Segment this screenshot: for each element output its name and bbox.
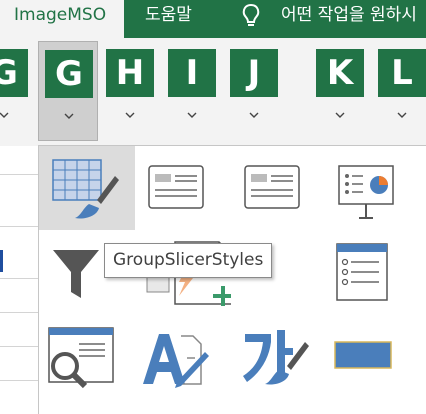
grid-line [0,380,38,381]
letter-tile: I [168,49,216,97]
slide-layout-icon [244,165,300,209]
list-icon [336,243,388,301]
ribbon-button-i[interactable]: I [162,41,222,141]
letter-tile: K [316,49,364,97]
gallery-item-presentation-chart[interactable] [327,146,423,230]
letter-tile: H [106,49,154,97]
tab-imagemso[interactable]: ImageMSO [0,0,125,38]
letter-tile: G [45,50,93,98]
chevron-down-icon [187,112,197,118]
tab-help[interactable]: 도움말 [145,0,192,38]
grid-line [0,174,38,175]
chevron-down-icon [0,112,9,118]
grid-line [0,226,38,227]
chevron-down-icon [249,112,259,118]
chevron-down-icon [125,112,135,118]
ribbon-button-k[interactable]: K [310,41,370,141]
gallery-item-list[interactable] [327,230,423,314]
tell-me-search[interactable]: 어떤 작업을 원하시 [281,0,417,38]
gallery-item-text-font-edit[interactable] [135,314,231,398]
magnifier-window-icon [48,327,114,389]
presentation-chart-icon [338,165,394,219]
ribbon-button-j[interactable]: J [224,41,284,141]
lightbulb-icon[interactable] [240,1,262,31]
korean-char-brush-icon [243,330,309,385]
letter-tile: J [230,49,278,97]
ribbon-button-h[interactable]: H [100,41,160,141]
text-font-edit-icon [143,334,209,388]
letter-tile: L [378,49,426,97]
ribbon-button-g[interactable]: G [38,41,98,141]
table-style-brush-icon [52,159,119,219]
grid-line [0,346,38,347]
grid-line [0,312,38,313]
blue-rectangle-shape-icon [334,341,392,369]
gallery-item-magnifier-window[interactable] [39,314,135,398]
gallery-item-slide-layout-1[interactable] [135,146,231,230]
letter-tile: G [0,49,28,97]
ribbon-button-l[interactable]: L [372,41,426,141]
grid-line [0,278,38,279]
chevron-down-icon [64,113,74,119]
gallery-item-table-style[interactable] [39,146,135,230]
slide-layout-icon [148,165,204,209]
gallery-item-slide-layout-2[interactable] [231,146,327,230]
gallery-item-rectangle-shape[interactable] [327,314,423,398]
worksheet-background [0,146,38,413]
ribbon-tab-bar: ImageMSO 도움말 어떤 작업을 원하시 [0,0,426,38]
tooltip: GroupSlicerStyles [104,243,273,278]
gallery-item-korean-char-brush[interactable] [231,314,327,398]
icon-gallery-dropdown [38,145,426,414]
ribbon-button-g-partial[interactable]: G [0,41,34,141]
chevron-down-icon [397,112,407,118]
chevron-down-icon [335,112,345,118]
ribbon-body: G G H I J K L [0,38,426,146]
cell-selection-marker [0,250,3,272]
